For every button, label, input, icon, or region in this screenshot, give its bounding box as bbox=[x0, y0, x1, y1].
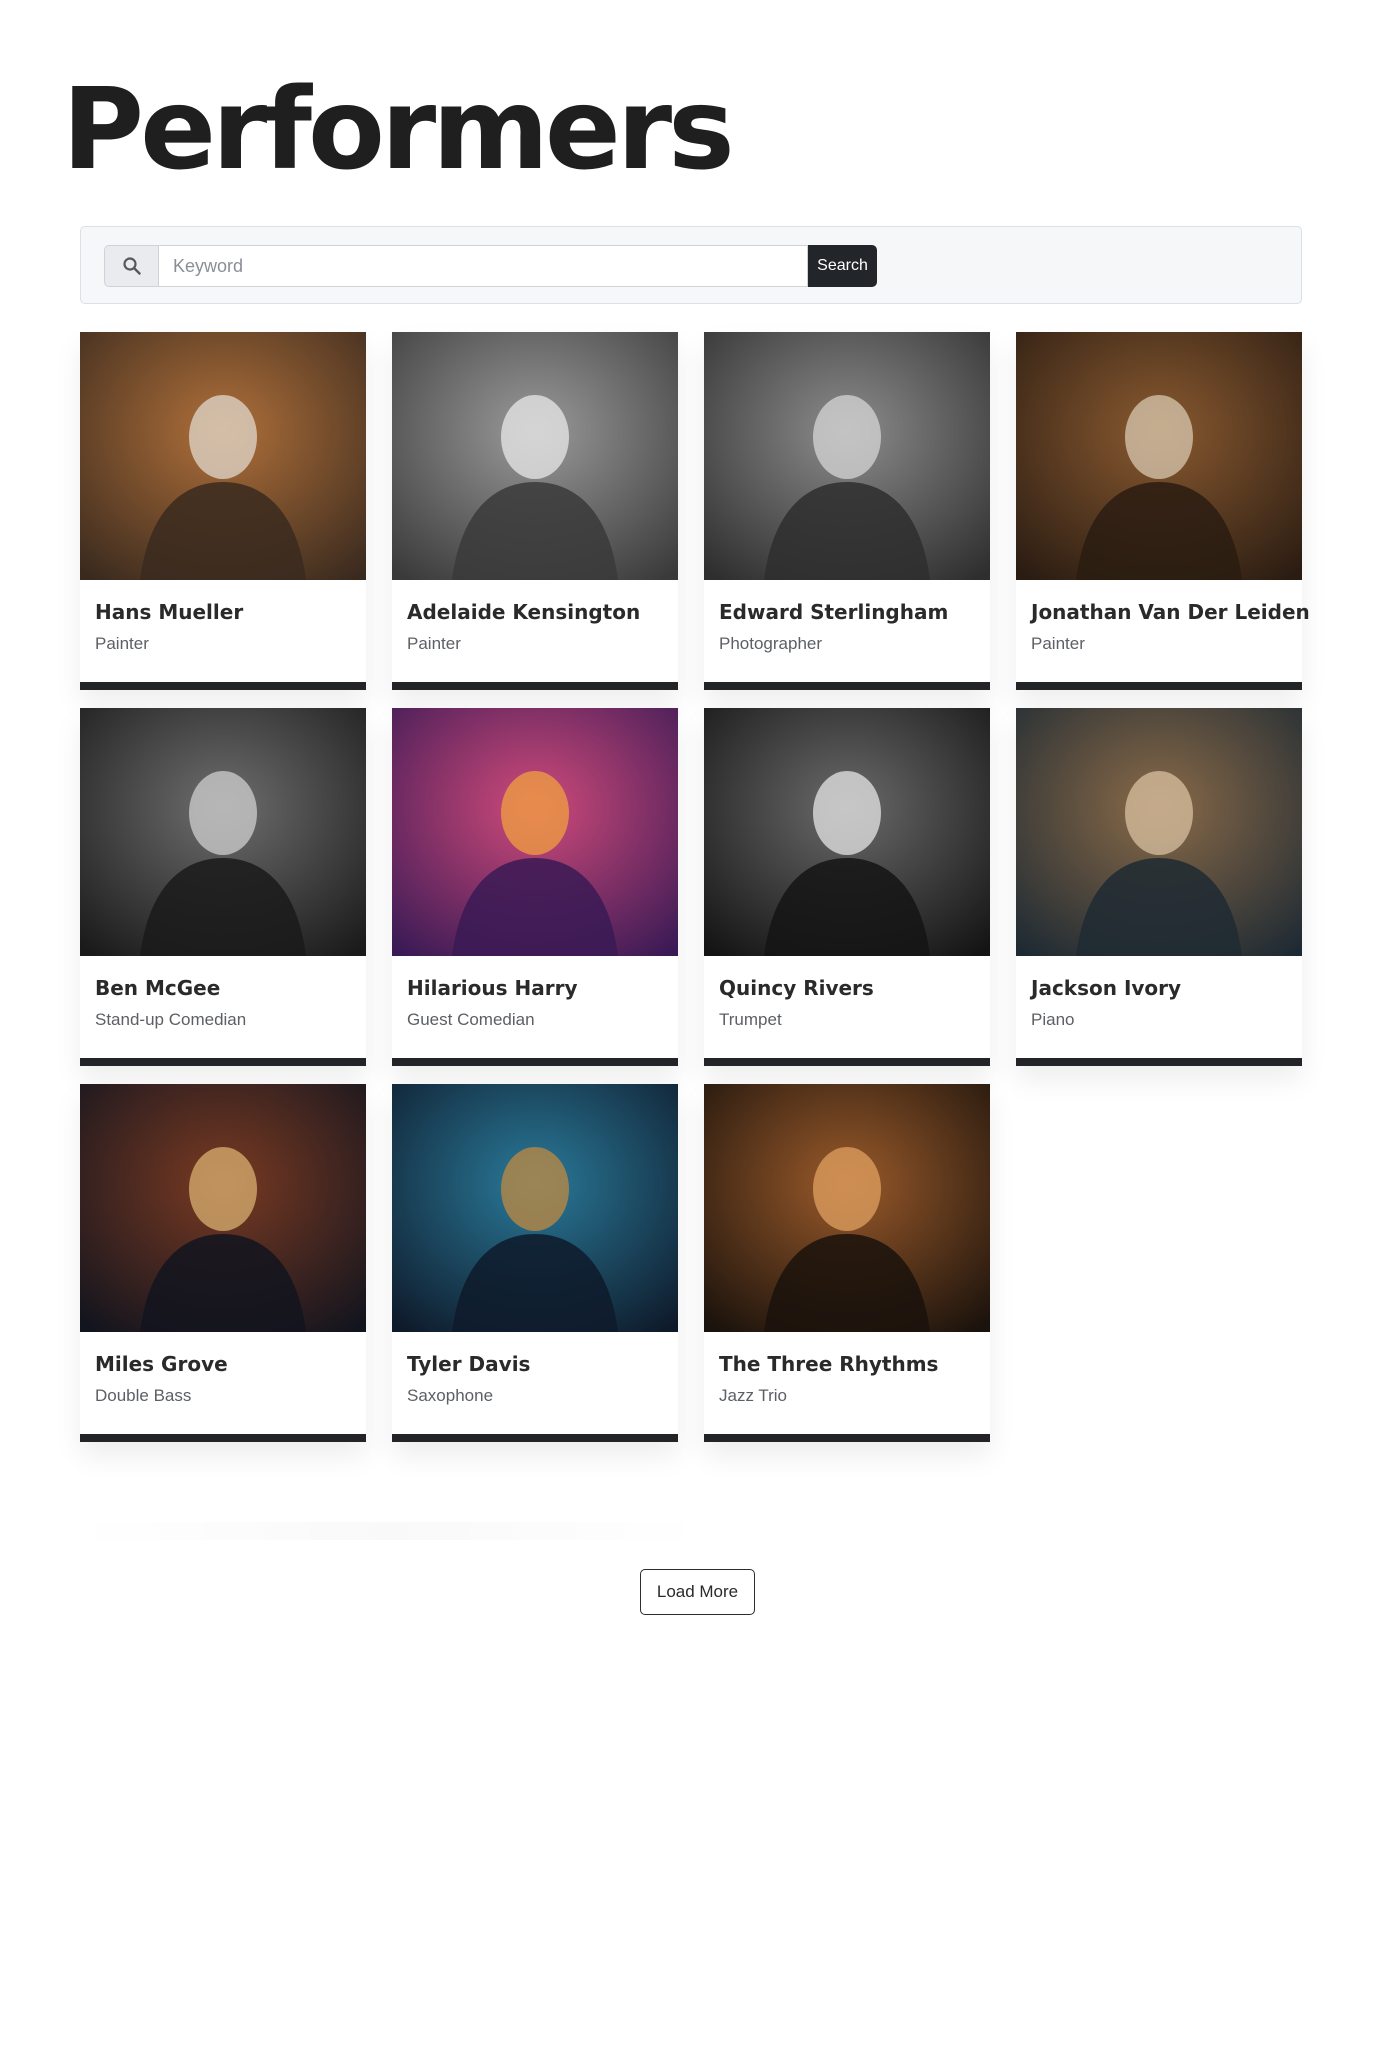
performer-card[interactable]: Hans Mueller Painter bbox=[80, 332, 366, 690]
search-bar: Search bbox=[80, 226, 1302, 304]
performers-page: Performers Search Hans MuellerPainterAde… bbox=[0, 0, 1376, 2048]
performer-photo bbox=[392, 708, 678, 956]
performer-photo bbox=[80, 708, 366, 956]
performer-role: Saxophone bbox=[407, 1386, 494, 1405]
performer-name: Adelaide Kensington bbox=[407, 600, 641, 624]
performer-photo bbox=[704, 332, 990, 580]
performer-card[interactable]: The Three Rhythms Jazz Trio bbox=[704, 1084, 990, 1442]
performer-role: Double Bass bbox=[95, 1386, 192, 1405]
performer-role: Stand-up Comedian bbox=[95, 1010, 247, 1029]
performer-photo bbox=[704, 708, 990, 956]
search-input[interactable] bbox=[158, 245, 808, 287]
performer-name: Miles Grove bbox=[95, 1352, 228, 1376]
load-more-button[interactable]: Load More bbox=[640, 1569, 755, 1615]
performer-photo bbox=[704, 1084, 990, 1332]
page-title: Performers bbox=[62, 65, 735, 195]
performer-card[interactable]: Jackson Ivory Piano bbox=[1016, 708, 1302, 1066]
performer-card[interactable]: Tyler Davis Saxophone bbox=[392, 1084, 678, 1442]
performer-role: Trumpet bbox=[719, 1010, 782, 1029]
performer-photo bbox=[1016, 332, 1302, 580]
performer-card[interactable]: Miles Grove Double Bass bbox=[80, 1084, 366, 1442]
performer-card[interactable]: Adelaide Kensington Painter bbox=[392, 332, 678, 690]
performer-photo bbox=[1016, 708, 1302, 956]
search-button[interactable]: Search bbox=[808, 245, 877, 287]
performer-name: Ben McGee bbox=[95, 976, 221, 1000]
fade-divider bbox=[70, 1522, 710, 1540]
performer-card[interactable]: Hilarious Harry Guest Comedian bbox=[392, 708, 678, 1066]
performer-photo bbox=[392, 1084, 678, 1332]
performer-role: Painter bbox=[407, 634, 461, 653]
performer-name: Jackson Ivory bbox=[1031, 976, 1182, 1000]
performer-name: Hans Mueller bbox=[95, 600, 244, 624]
performer-role: Painter bbox=[95, 634, 149, 653]
performer-name: Edward Sterlingham bbox=[719, 600, 949, 624]
performer-photo bbox=[392, 332, 678, 580]
performer-card[interactable]: Ben McGee Stand-up Comedian bbox=[80, 708, 366, 1066]
performer-card[interactable]: Edward Sterlingham Photographer bbox=[704, 332, 990, 690]
search-group: Search bbox=[104, 245, 877, 287]
performer-name: Quincy Rivers bbox=[719, 976, 874, 1000]
performer-role: Painter bbox=[1031, 634, 1085, 653]
performer-photo bbox=[80, 332, 366, 580]
performer-name: Tyler Davis bbox=[407, 1352, 531, 1376]
search-icon bbox=[104, 245, 158, 287]
performer-card[interactable]: Jonathan Van Der Leiden Painter bbox=[1016, 332, 1310, 690]
performer-role: Jazz Trio bbox=[719, 1386, 788, 1405]
performer-card[interactable]: Quincy Rivers Trumpet bbox=[704, 708, 990, 1066]
performer-role: Photographer bbox=[719, 634, 823, 653]
performer-name: The Three Rhythms bbox=[719, 1352, 939, 1376]
performer-grid: Hans Mueller Painter Adelaide Kensington Pa… bbox=[80, 332, 1310, 1442]
performer-name: Jonathan Van Der Leiden bbox=[1031, 600, 1310, 624]
performer-role: Guest Comedian bbox=[407, 1010, 535, 1029]
performer-name: Hilarious Harry bbox=[407, 976, 578, 1000]
performer-photo bbox=[80, 1084, 366, 1332]
performer-role: Piano bbox=[1031, 1010, 1075, 1029]
